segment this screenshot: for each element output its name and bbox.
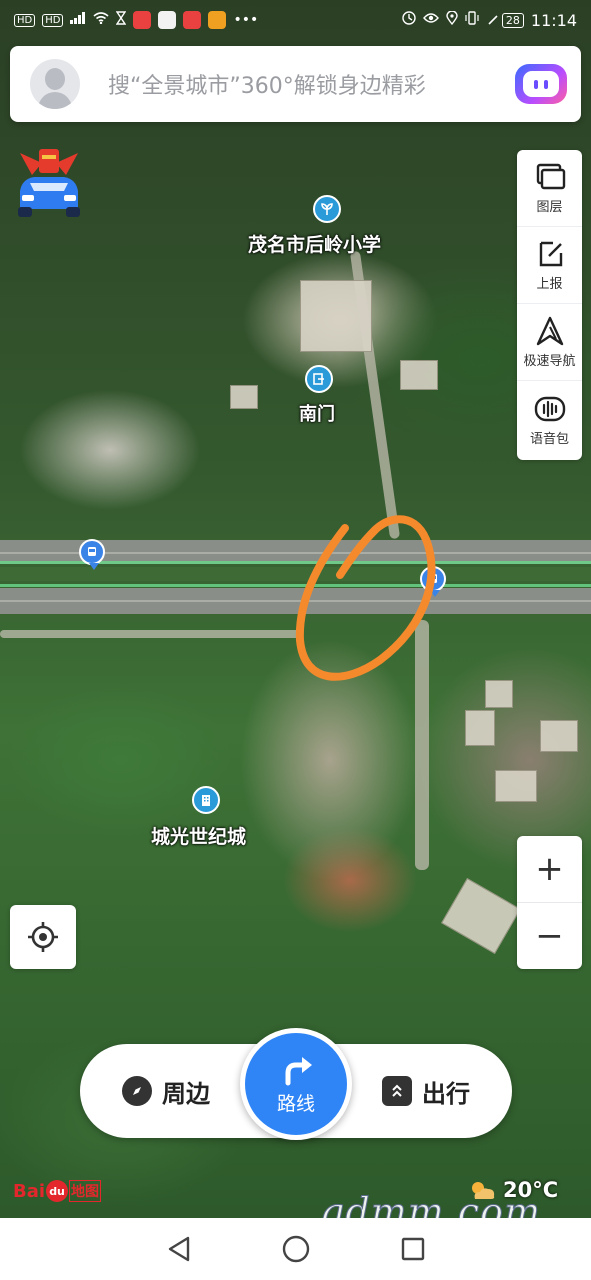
fast-navigation-label: 极速导航	[523, 354, 576, 369]
bus-stop-icon[interactable]	[79, 539, 105, 570]
alarm-icon	[402, 11, 416, 29]
building	[300, 280, 372, 352]
route-arrow-icon	[285, 1056, 312, 1085]
zoom-controls: + −	[517, 836, 582, 969]
voice-pack-icon	[534, 396, 565, 421]
route-highlight-line	[0, 584, 591, 587]
search-input[interactable]: 搜“全景城市”360°解锁身边精彩	[108, 68, 515, 100]
hourglass-icon	[116, 11, 127, 29]
microphone-app-icon	[133, 11, 152, 29]
travel-button[interactable]: 出行	[382, 1044, 470, 1138]
eye-dot	[544, 79, 548, 89]
voice-assistant-icon[interactable]	[515, 64, 567, 104]
building	[400, 360, 438, 390]
status-right: 28 11:14	[402, 10, 577, 30]
back-triangle-icon	[168, 1236, 189, 1262]
route-button[interactable]: 路线	[240, 1028, 352, 1140]
status-left: HD HD •••	[14, 11, 258, 29]
wifi-icon	[93, 12, 109, 28]
side-road	[415, 620, 429, 870]
route-label: 路线	[276, 1092, 315, 1115]
poi-label-school[interactable]: 茂名市后岭小学	[248, 230, 381, 257]
building	[441, 877, 521, 955]
layers-button[interactable]: 图层	[517, 150, 582, 227]
hd-indicator: HD	[14, 13, 36, 27]
fast-navigation-button[interactable]: 极速导航	[517, 304, 582, 381]
status-bar: HD HD ••• 28 11:14	[0, 0, 591, 40]
building	[230, 385, 258, 409]
voice-pack-label: 语音包	[529, 431, 569, 447]
building-icon[interactable]	[192, 786, 220, 814]
search-bar[interactable]: 搜“全景城市”360°解锁身边精彩	[10, 46, 581, 122]
battery-level: 28	[501, 12, 524, 28]
recents-button[interactable]	[393, 1229, 433, 1269]
side-road	[0, 630, 300, 638]
notification-app-icon	[183, 11, 202, 29]
compass-icon	[122, 1076, 152, 1106]
voice-assistant-face	[523, 71, 559, 97]
nearby-label: 周边	[162, 1079, 210, 1108]
building	[465, 710, 495, 746]
notification-app-icon	[158, 11, 177, 29]
logo-bai: Bai	[13, 1180, 46, 1202]
logo-du: du	[46, 1180, 69, 1202]
travel-icon	[382, 1076, 412, 1106]
recents-square-icon	[401, 1237, 424, 1261]
crosshair-icon	[28, 922, 58, 952]
eye-dot	[534, 79, 538, 89]
navigation-arrow-icon	[536, 316, 563, 346]
building	[495, 770, 537, 802]
more-notifications-icon: •••	[233, 12, 259, 28]
vibrate-icon	[465, 11, 479, 29]
logo-map: 地图	[69, 1180, 102, 1202]
gate-icon[interactable]	[305, 365, 333, 393]
nearby-button[interactable]: 周边	[122, 1044, 210, 1138]
school-icon[interactable]	[313, 195, 341, 223]
poi-label-south-gate[interactable]: 南门	[299, 400, 335, 426]
avatar-body	[38, 92, 72, 109]
zoom-in-button[interactable]: +	[517, 836, 582, 903]
home-button[interactable]	[276, 1229, 316, 1269]
eye-icon	[422, 12, 439, 28]
user-avatar-icon[interactable]	[30, 59, 80, 109]
report-button[interactable]: 上报	[517, 227, 582, 304]
my-location-button[interactable]	[10, 905, 76, 969]
report-label: 上报	[536, 277, 563, 292]
battery-icon: 28	[486, 12, 524, 28]
layers-label: 图层	[536, 200, 563, 215]
building	[540, 720, 578, 752]
hd-indicator: HD	[42, 13, 64, 27]
signal-icon	[70, 12, 86, 28]
avatar-head	[45, 68, 65, 90]
clock: 11:14	[530, 10, 577, 30]
promo-car-icon[interactable]	[12, 145, 86, 221]
zoom-out-button[interactable]: −	[517, 903, 582, 969]
poi-label-residential[interactable]: 城光世纪城	[151, 822, 246, 849]
back-button[interactable]	[159, 1229, 199, 1269]
voice-pack-button[interactable]: 语音包	[517, 381, 582, 458]
map-tools-panel: 图层 上报 极速导航 语音包	[517, 150, 582, 460]
lane-marking	[0, 600, 591, 602]
travel-label: 出行	[422, 1079, 470, 1108]
location-icon	[446, 10, 458, 29]
layers-icon	[536, 163, 565, 190]
report-icon	[539, 241, 562, 267]
baidu-map-logo: Bai du 地图	[13, 1180, 102, 1202]
bus-stop-icon[interactable]	[420, 566, 446, 597]
home-circle-icon	[282, 1235, 309, 1263]
system-navigation-bar	[0, 1218, 591, 1280]
building	[485, 680, 513, 708]
notification-app-icon	[208, 11, 227, 29]
